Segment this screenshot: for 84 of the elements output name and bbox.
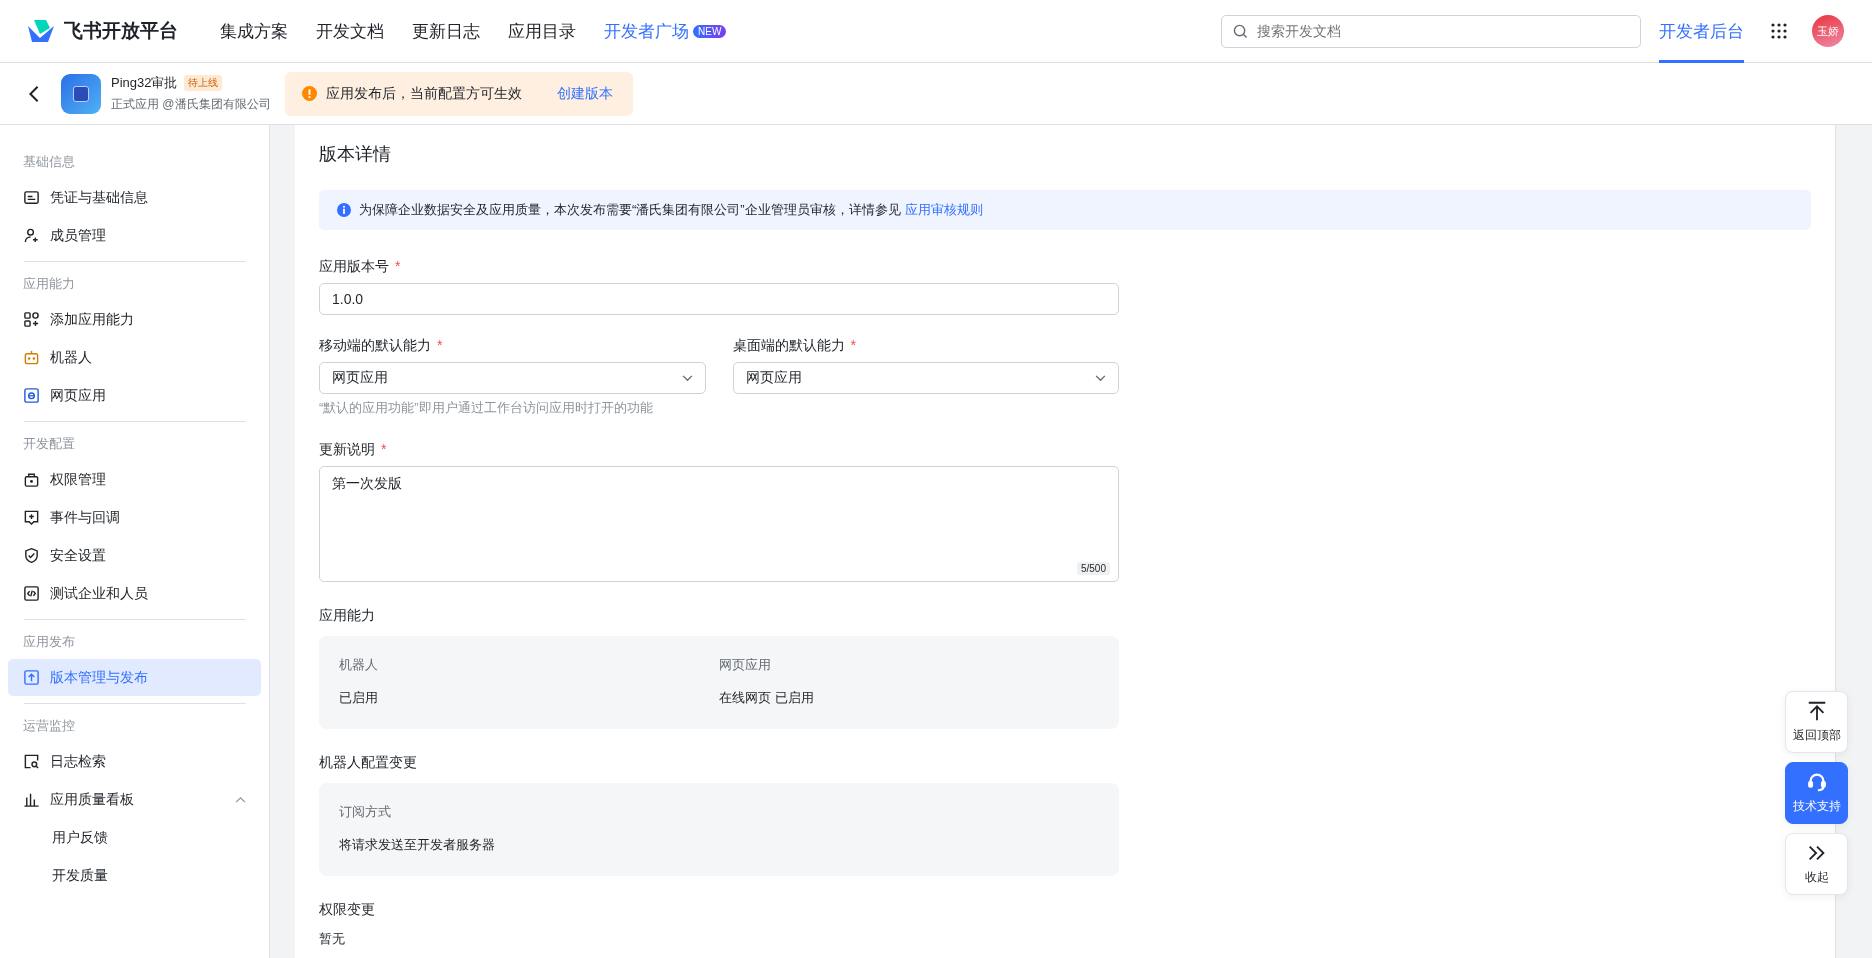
required-mark: * bbox=[381, 441, 387, 459]
sidebar-item[interactable]: 网页应用 bbox=[8, 377, 261, 414]
grid-plus-icon bbox=[23, 311, 40, 328]
console-tab[interactable]: 开发者后台 bbox=[1659, 0, 1744, 63]
nav-link[interactable]: 更新日志 bbox=[412, 19, 480, 43]
shield-icon bbox=[23, 547, 40, 564]
search-icon bbox=[1233, 23, 1248, 39]
sidebar-section-title: 开发配置 bbox=[22, 435, 76, 453]
character-counter: 5/500 bbox=[1076, 562, 1110, 575]
item-value: 已启用 bbox=[339, 689, 379, 707]
code-icon bbox=[23, 585, 40, 602]
field-label: 桌面端的默认能力 bbox=[732, 337, 845, 355]
required-mark: * bbox=[395, 258, 401, 276]
person-add-icon bbox=[23, 227, 40, 244]
app-subtitle: 正式应用 @潘氏集团有限公司 bbox=[111, 96, 271, 113]
document-search-icon bbox=[23, 753, 40, 770]
sidebar-item[interactable]: 测试企业和人员 bbox=[8, 575, 261, 612]
sidebar-item[interactable]: 机器人 bbox=[8, 339, 261, 376]
nav-link[interactable]: 集成方案 bbox=[220, 19, 288, 43]
lock-icon bbox=[23, 471, 40, 488]
dropdown-select[interactable]: 网页应用 bbox=[732, 362, 1119, 394]
app-name: Ping32审批 bbox=[111, 74, 178, 92]
robot-icon bbox=[23, 349, 40, 366]
required-mark: * bbox=[437, 337, 443, 355]
item-label: 网页应用 bbox=[719, 656, 772, 674]
section-title: 应用能力 bbox=[319, 607, 376, 625]
sidebar-item[interactable]: 版本管理与发布 bbox=[8, 659, 261, 696]
sidebar-item[interactable]: 添加应用能力 bbox=[8, 301, 261, 338]
item-label: 订阅方式 bbox=[339, 803, 392, 821]
chevron-icon[interactable] bbox=[235, 796, 246, 803]
field-label: 移动端的默认能力 bbox=[319, 337, 431, 355]
app-icon bbox=[61, 73, 101, 114]
sidebar-item[interactable]: 日志检索 bbox=[8, 743, 261, 780]
sidebar-subitem[interactable]: 用户反馈 bbox=[8, 819, 261, 856]
card-icon bbox=[23, 189, 40, 206]
section-title: 权限变更 bbox=[319, 901, 376, 919]
sidebar-subitem[interactable]: 开发质量 bbox=[8, 857, 261, 894]
section-title: 机器人配置变更 bbox=[319, 754, 418, 772]
sidebar-item[interactable]: 安全设置 bbox=[8, 537, 261, 574]
logo-icon bbox=[26, 18, 56, 44]
sidebar-item[interactable]: 成员管理 bbox=[8, 217, 261, 254]
item-label: 机器人 bbox=[339, 656, 379, 674]
item-value: 暂无 bbox=[319, 930, 346, 948]
textarea-field[interactable]: 第一次发版 5/500 bbox=[319, 466, 1119, 582]
nav-link[interactable]: 开发者广场 NEW bbox=[604, 19, 727, 43]
apps-grid-icon[interactable] bbox=[1770, 22, 1788, 40]
sidebar-section-title: 应用能力 bbox=[22, 275, 76, 293]
info-text: 为保障企业数据安全及应用质量，本次发布需要“潘氏集团有限公司”企业管理员审核，详情参见 bbox=[359, 201, 901, 219]
search-field[interactable]: 搜索开发文档 bbox=[1221, 14, 1641, 48]
sidebar-section-title: 运营监控 bbox=[22, 717, 76, 735]
new-badge: NEW bbox=[693, 24, 727, 38]
warning-icon bbox=[301, 86, 317, 101]
headset-icon bbox=[1805, 771, 1828, 793]
create-version-link[interactable]: 创建版本 bbox=[556, 84, 613, 103]
sidebar-section-title: 基础信息 bbox=[22, 153, 76, 171]
item-value: 将请求发送至开发者服务器 bbox=[339, 836, 496, 854]
sidebar-item[interactable]: 凭证与基础信息 bbox=[8, 179, 261, 216]
brand-name[interactable]: 飞书开放平台 bbox=[64, 18, 178, 44]
review-rules-link[interactable]: 应用审核规则 bbox=[904, 201, 983, 219]
floating-button[interactable]: 收起 bbox=[1785, 833, 1848, 895]
field-hint: “默认的应用功能”即用户通过工作台访问应用时打开的功能 bbox=[319, 399, 654, 417]
field-label: 应用版本号 bbox=[319, 258, 389, 276]
web-page-icon bbox=[23, 387, 40, 404]
dropdown-select[interactable]: 网页应用 bbox=[319, 362, 706, 394]
sidebar-section-title: 应用发布 bbox=[22, 633, 76, 651]
field-label: 更新说明 bbox=[319, 441, 375, 459]
chevron-down-icon bbox=[1095, 374, 1106, 382]
item-value: 在线网页 已启用 bbox=[719, 689, 815, 707]
sidebar-item[interactable]: 权限管理 bbox=[8, 461, 261, 498]
upload-icon bbox=[23, 669, 40, 686]
nav-link[interactable]: 应用目录 bbox=[508, 19, 576, 43]
sidebar-item[interactable]: 应用质量看板 bbox=[8, 781, 261, 818]
sidebar-item[interactable]: 事件与回调 bbox=[8, 499, 261, 536]
bar-chart-icon bbox=[23, 791, 40, 808]
version-input[interactable]: 1.0.0 bbox=[319, 283, 1119, 315]
chevron-down-icon bbox=[681, 374, 693, 382]
info-icon bbox=[337, 203, 351, 217]
floating-button[interactable]: 技术支持 bbox=[1785, 762, 1848, 824]
nav-link[interactable]: 开发文档 bbox=[316, 19, 384, 43]
required-mark: * bbox=[850, 337, 856, 355]
page-title: 版本详情 bbox=[319, 143, 392, 166]
status-badge: 待上线 bbox=[184, 75, 223, 91]
notice-text: 应用发布后，当前配置方可生效 bbox=[325, 84, 522, 103]
floating-button[interactable]: 返回顶部 bbox=[1785, 691, 1848, 753]
